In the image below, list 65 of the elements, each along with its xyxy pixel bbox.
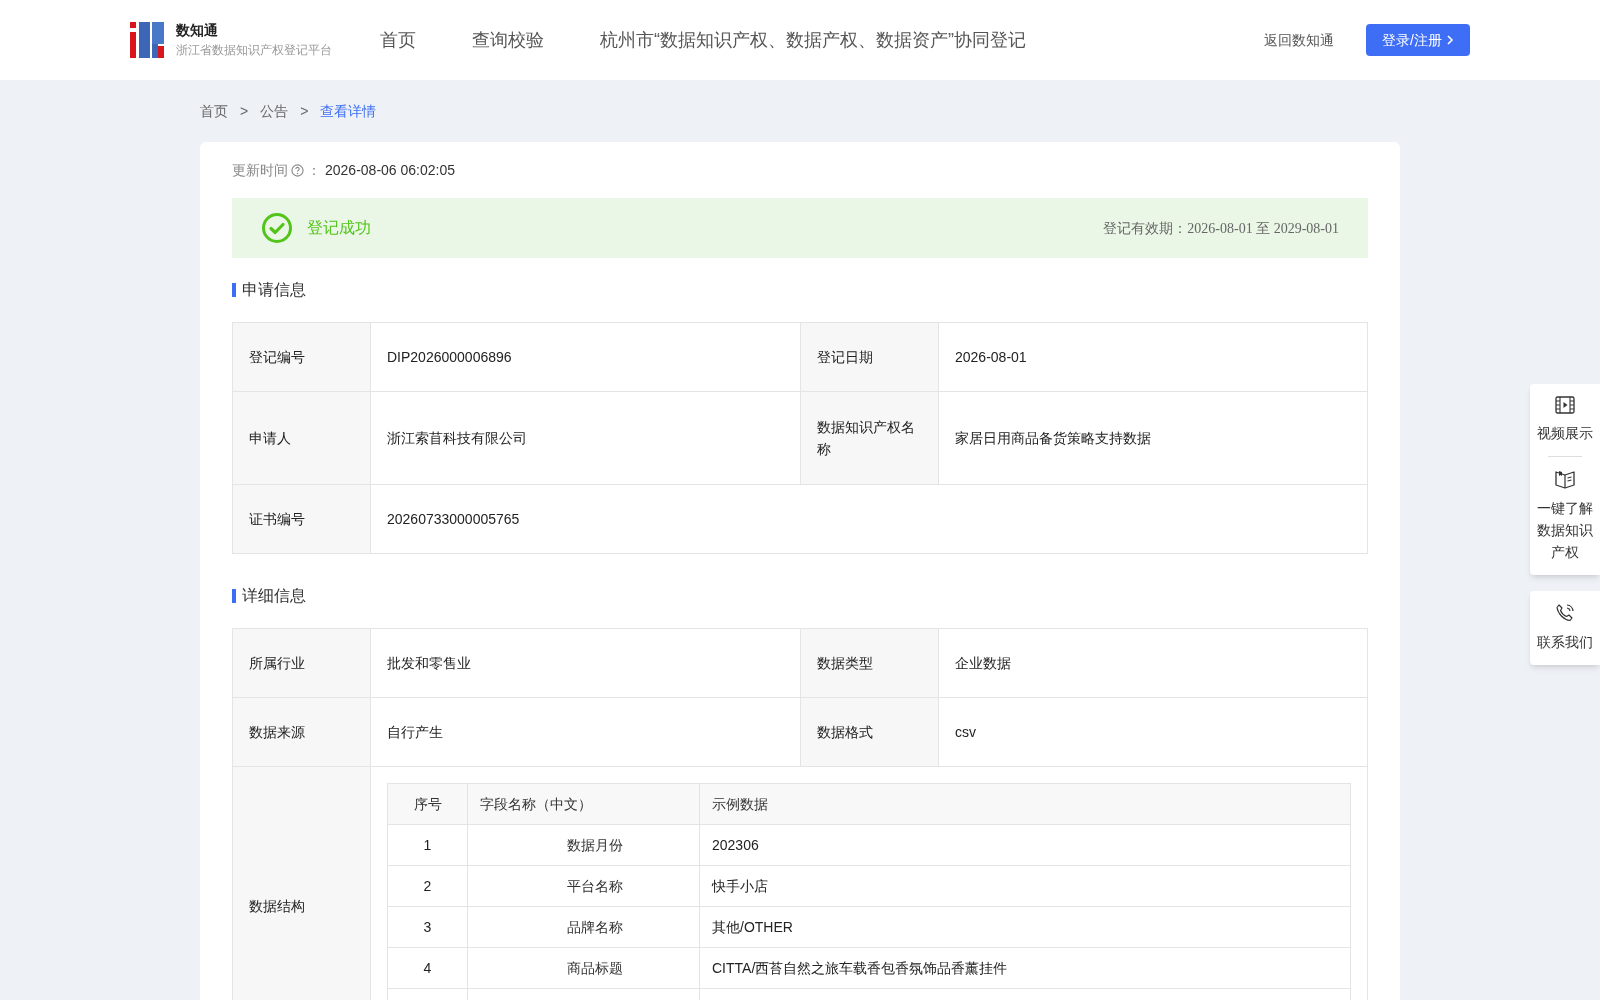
breadcrumb-separator: > xyxy=(239,101,250,121)
breadcrumb-link[interactable]: 查看详情 xyxy=(320,100,377,122)
side-link[interactable]: 视频展示 xyxy=(1530,396,1600,444)
section-marker xyxy=(232,283,236,297)
table-cell: 202306 xyxy=(699,824,1351,866)
column-header: 字段名称（中文） xyxy=(467,783,700,825)
field-value: 家居日用商品备货策略支持数据 xyxy=(938,391,1368,485)
field-label: 数据格式 xyxy=(800,697,939,767)
field-label: 数据结构 xyxy=(232,766,371,1000)
table-cell: 快手小店 xyxy=(699,865,1351,907)
update-time: 2026-08-06 06:02:05 xyxy=(325,160,455,180)
login-button[interactable]: 登录/注册 xyxy=(1366,24,1470,56)
field-value: 20260733000005765 xyxy=(370,484,1368,554)
field-label: 所属行业 xyxy=(232,628,371,698)
chevron-right-icon xyxy=(1446,35,1454,45)
table-cell: CITTA/西苔自然之旅车载香包香氛饰品香薰挂件 xyxy=(699,947,1351,989)
nav-link[interactable]: 首页 xyxy=(380,26,416,54)
nav-link[interactable]: 杭州市“数据知识产权、数据产权、数据资产”协同登记 xyxy=(600,26,1026,54)
column-header: 示例数据 xyxy=(699,783,1351,825)
validity-period: 登记有效期：2026-08-01 至 2029-08-01 xyxy=(1103,219,1339,238)
field-value: DIP2026000006896 xyxy=(370,322,801,392)
table-cell: 2 xyxy=(387,865,468,907)
table-cell: 品牌名称 xyxy=(467,906,700,948)
field-label: 证书编号 xyxy=(232,484,371,554)
column-header: 序号 xyxy=(387,783,468,825)
breadcrumb-link[interactable]: 首页 xyxy=(200,100,228,122)
field-label: 登记编号 xyxy=(232,322,371,392)
side-link[interactable]: 一键了解数据知识产权 xyxy=(1530,469,1600,563)
breadcrumb-link[interactable]: 公告 xyxy=(260,100,289,122)
help-icon[interactable] xyxy=(291,163,304,177)
field-label: 登记日期 xyxy=(800,322,939,392)
side-link[interactable]: 联系我们 xyxy=(1530,603,1600,653)
field-label: 申请人 xyxy=(232,391,371,485)
table-cell: 其他/OTHER xyxy=(699,906,1351,948)
table-cell: 3 xyxy=(387,906,468,948)
phone-icon xyxy=(1555,603,1575,623)
field-value: 自行产生 xyxy=(370,697,801,767)
update-label: 更新时间 xyxy=(232,160,288,180)
update-colon: ： xyxy=(307,160,321,180)
section-marker xyxy=(232,589,236,603)
table-cell: 1 xyxy=(387,824,468,866)
film-icon xyxy=(1555,396,1575,414)
field-value: 浙江索苜科技有限公司 xyxy=(370,391,801,485)
field-value: csv xyxy=(938,697,1368,767)
logo-subtitle: 浙江省数据知识产权登记平台 xyxy=(176,42,332,59)
field-value: 2026-08-01 xyxy=(938,322,1368,392)
status-text: 登记成功 xyxy=(307,218,372,238)
back-link[interactable]: 返回数知通 xyxy=(1264,29,1335,51)
table-cell: 数据月份 xyxy=(467,824,700,866)
field-label: 数据知识产权名称 xyxy=(800,391,939,485)
breadcrumb-separator: > xyxy=(299,101,310,121)
field-label: 数据来源 xyxy=(232,697,371,767)
field-value: 批发和零售业 xyxy=(370,628,801,698)
field-label: 数据类型 xyxy=(800,628,939,698)
nav-link[interactable]: 查询校验 xyxy=(472,26,544,54)
book-icon xyxy=(1554,469,1576,489)
section-title: 申请信息 xyxy=(242,280,306,300)
table-cell: 平台名称 xyxy=(467,865,700,907)
table-cell: 4 xyxy=(387,947,468,989)
logo-icon xyxy=(130,22,164,58)
section-title: 详细信息 xyxy=(242,586,306,606)
table-cell: 商品标题 xyxy=(467,947,700,989)
check-circle-icon xyxy=(261,212,293,244)
logo-title: 数知通 xyxy=(176,21,219,40)
field-value: 企业数据 xyxy=(938,628,1368,698)
